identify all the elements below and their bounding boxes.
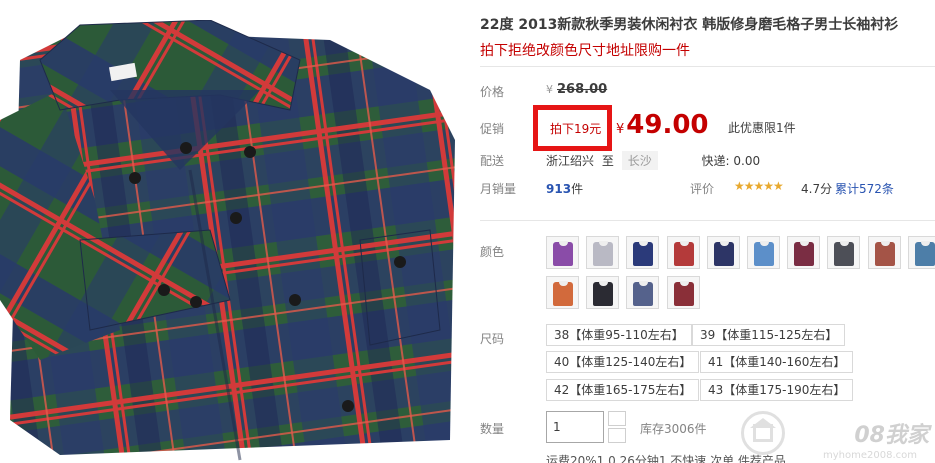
ship-to-word: 至	[601, 154, 614, 168]
watermark-text: 08我家	[854, 423, 929, 448]
divider	[480, 220, 935, 221]
footer-partial-text: 运费20%1.0.26分钟1.不快速.次单.件荐产品	[546, 454, 786, 463]
review-label: 评价	[690, 182, 715, 196]
monthly-sales-unit: 件	[571, 182, 584, 196]
ship-to-city-select[interactable]: 长沙	[621, 151, 658, 170]
rating-stars-icon: ★★★★★	[734, 179, 784, 193]
color-swatch-teal-blue[interactable]	[907, 236, 935, 269]
quantity-decrease-button[interactable]	[608, 428, 626, 443]
size-option-43[interactable]: 43【体重175-190左右】	[700, 379, 854, 401]
quantity-input[interactable]	[546, 411, 604, 443]
color-swatch-rust[interactable]	[867, 236, 901, 269]
monthly-sales-count: 913	[546, 182, 572, 196]
color-swatch-navy-red[interactable]	[706, 236, 740, 269]
size-option-40[interactable]: 40【体重125-140左右】	[546, 351, 700, 373]
rating-score: 4.7分	[801, 182, 833, 196]
size-option-42[interactable]: 42【体重165-175左右】	[546, 379, 700, 401]
plaid-shirt-image	[0, 0, 460, 461]
stock-count: 库存3006件	[640, 422, 707, 436]
house-body	[753, 424, 773, 442]
divider	[480, 66, 935, 67]
promo-highlight-box: 拍下19元	[533, 105, 612, 151]
shipping-label: 配送	[480, 154, 505, 168]
quantity-increase-button[interactable]	[608, 411, 626, 426]
promo-tag: 拍下19元	[550, 122, 602, 136]
color-swatch-orange-check[interactable]	[546, 276, 579, 309]
original-price: ¥268.00	[546, 82, 607, 97]
size-option-41[interactable]: 41【体重140-160左右】	[700, 351, 854, 373]
promo-label: 促销	[480, 122, 505, 136]
promo-price: ¥49.00	[616, 110, 709, 140]
monthly-sales-label: 月销量	[480, 182, 517, 196]
price-label: 价格	[480, 85, 505, 99]
product-image	[0, 0, 460, 463]
quantity-label: 数量	[480, 422, 505, 436]
color-swatch-maroon[interactable]	[666, 276, 700, 309]
express-fee: 快递: 0.00	[701, 154, 761, 168]
color-swatch-sky-blue[interactable]	[747, 236, 780, 269]
color-swatch-slate-blue[interactable]	[626, 276, 660, 309]
shirt-collar	[679, 281, 689, 286]
ship-from: 浙江绍兴	[546, 154, 595, 168]
shirt-collar	[880, 241, 890, 246]
shirt-collar	[679, 241, 689, 246]
watermark-logo-icon	[741, 411, 785, 455]
currency-symbol: ¥	[616, 122, 625, 137]
shipping-info: 浙江绍兴 至 长沙 快递: 0.00	[546, 151, 760, 170]
color-swatch-red-check[interactable]	[666, 236, 700, 269]
color-swatch-purple[interactable]	[546, 236, 579, 269]
color-swatch-navy-check[interactable]	[626, 236, 660, 269]
size-option-39[interactable]: 39【体重115-125左右】	[692, 324, 846, 346]
product-title: 22度 2013新款秋季男装休闲衬衣 韩版修身磨毛格子男士长袖衬衫	[480, 17, 899, 33]
color-swatch-dark-grey[interactable]	[827, 236, 861, 269]
size-option-38[interactable]: 38【体重95-110左右】	[546, 324, 692, 346]
currency-symbol: ¥	[546, 83, 553, 96]
product-subtitle: 拍下拒绝改颜色尺寸地址限购一件	[480, 43, 690, 59]
size-label: 尺码	[480, 332, 505, 346]
promo-limit: 此优惠限1件	[728, 121, 796, 135]
review-count-link[interactable]: 累计572条	[835, 180, 894, 197]
promo-price-value: 49.00	[626, 110, 709, 140]
color-swatch-wine[interactable]	[787, 236, 821, 269]
watermark-url: myhome2008.com	[823, 450, 917, 461]
original-price-value: 268.00	[557, 82, 608, 97]
monthly-sales: 913件	[546, 180, 583, 197]
product-info-panel: 22度 2013新款秋季男装休闲衬衣 韩版修身磨毛格子男士长袖衬衫 拍下拒绝改颜…	[470, 0, 935, 463]
color-swatch-black-check[interactable]	[586, 276, 620, 309]
color-swatch-light-grey[interactable]	[586, 236, 620, 269]
color-label: 颜色	[480, 245, 505, 259]
